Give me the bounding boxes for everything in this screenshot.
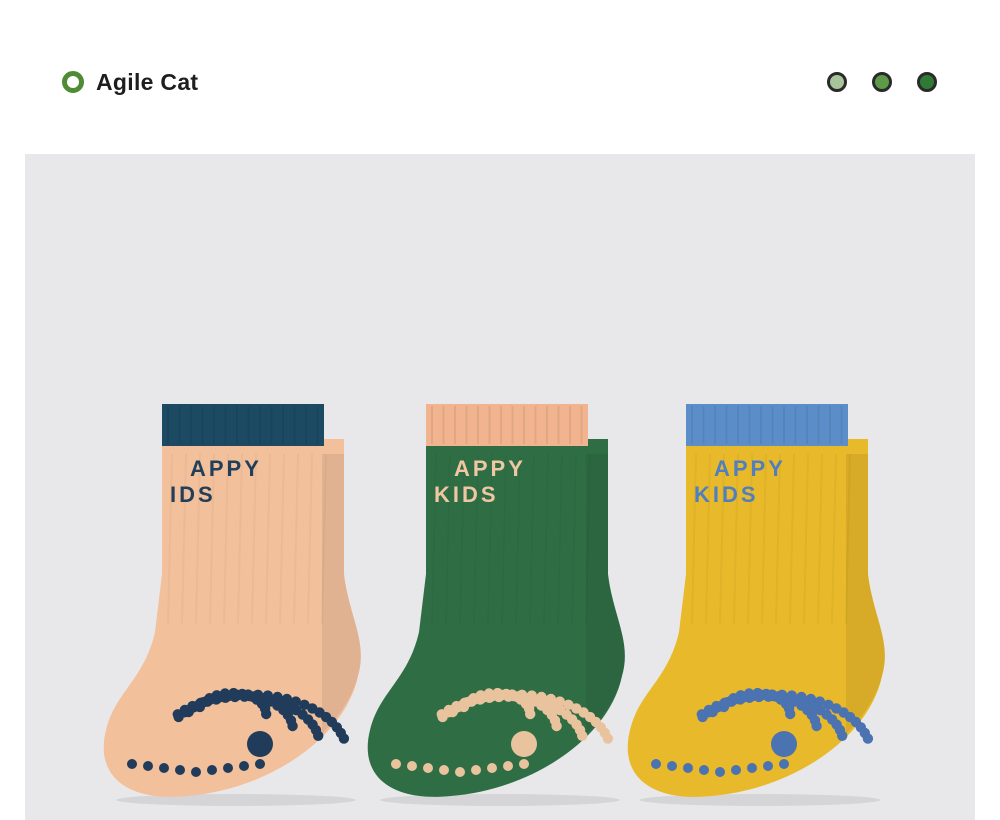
grip-dot [699, 765, 709, 775]
brand-name: Agile Cat [96, 68, 199, 95]
grip-dot [262, 690, 273, 701]
grip-dot [477, 692, 488, 703]
sock: APPYIDS [103, 404, 361, 806]
grip-dot [577, 730, 588, 741]
grip-dot [805, 693, 817, 705]
grip-dot [407, 761, 417, 771]
grip-dot [766, 689, 778, 700]
grip-dot [811, 720, 822, 732]
grip-dot [468, 694, 479, 706]
grip-dot [506, 689, 518, 700]
grip-dot [683, 763, 693, 773]
color-swatches [827, 72, 937, 92]
brand-ring-icon [62, 71, 84, 93]
grip-dot [786, 690, 797, 701]
sock-shading [846, 454, 885, 734]
sock-shadow [380, 794, 620, 806]
grip-dot [204, 694, 215, 706]
grip-dot [776, 689, 788, 700]
cat-emblem-icon [771, 731, 797, 757]
grip-dot [233, 689, 244, 701]
grip-dot [667, 761, 677, 771]
grip-dot [423, 763, 433, 773]
cat-emblem-icon [511, 731, 537, 757]
grip-dot [837, 730, 848, 741]
grip-dot [191, 767, 201, 777]
grip-dot [195, 697, 206, 708]
grip-dot [728, 694, 739, 706]
grip-dot [545, 693, 557, 705]
grip-dot [459, 697, 470, 708]
grip-dot [757, 689, 768, 701]
grip-dot [747, 763, 757, 773]
grip-dot [455, 767, 465, 777]
grip-dot [551, 720, 562, 732]
sock-cuff [162, 404, 324, 446]
product-photo: APPY IDS APPY KIDS APPY KIDS [25, 154, 975, 820]
sock-text-line2: KIDS [694, 482, 759, 507]
grip-dot [526, 690, 537, 701]
grip-dot [255, 759, 265, 769]
grip-dot [471, 765, 481, 775]
sock: APPYKIDS [627, 404, 885, 806]
grip-dot [391, 759, 401, 769]
grip-dot [223, 690, 234, 702]
sock-shadow [116, 794, 356, 806]
sock-shading [586, 454, 625, 734]
grip-dot [785, 708, 796, 720]
grip-dot [503, 761, 513, 771]
sock-text-line1: APPY [190, 456, 262, 481]
grip-dot [602, 733, 614, 744]
grip-dot [651, 759, 661, 769]
color-swatch[interactable] [872, 72, 892, 92]
grip-dot [487, 763, 497, 773]
sock-text-line1: APPY [714, 456, 786, 481]
grip-dot [159, 763, 169, 773]
grip-dot [338, 733, 350, 744]
grip-dot [519, 759, 529, 769]
grip-dot [127, 759, 137, 769]
grip-dot [497, 689, 508, 701]
grip-dot [779, 759, 789, 769]
grip-dot [536, 691, 547, 703]
grip-dot [731, 765, 741, 775]
grip-dot [715, 767, 725, 777]
grip-dot [719, 697, 730, 708]
grip-dot [261, 708, 272, 720]
sock-text-line1: APPY [454, 456, 526, 481]
grip-dot [287, 720, 298, 732]
grip-dot [487, 690, 498, 702]
grip-dot [239, 761, 249, 771]
sock-cuff [426, 404, 588, 446]
grip-dot [242, 689, 254, 700]
sock-text-line2: IDS [170, 482, 216, 507]
sock-shading [322, 454, 361, 734]
grip-dot [737, 692, 748, 703]
grip-dot [213, 692, 224, 703]
sock-text-line2: KIDS [434, 482, 499, 507]
grip-dot [175, 765, 185, 775]
color-swatch[interactable] [917, 72, 937, 92]
grip-dot [516, 689, 528, 700]
grip-dot [143, 761, 153, 771]
sock-shadow [640, 794, 880, 806]
grip-dot [747, 690, 758, 702]
grip-dot [272, 691, 283, 703]
grip-dot [313, 730, 324, 741]
grip-dot [207, 765, 217, 775]
sock: APPYKIDS [367, 404, 625, 806]
grip-dot [796, 691, 807, 703]
grip-dot [525, 708, 536, 720]
grip-dot [439, 765, 449, 775]
grip-dot [252, 689, 264, 700]
grip-dot [281, 693, 293, 705]
grip-dot [763, 761, 773, 771]
grip-dot [862, 733, 874, 744]
sock-cuff [686, 404, 848, 446]
brand-header: Agile Cat [62, 62, 198, 102]
cat-emblem-icon [247, 731, 273, 757]
color-swatch[interactable] [827, 72, 847, 92]
grip-dot [223, 763, 233, 773]
